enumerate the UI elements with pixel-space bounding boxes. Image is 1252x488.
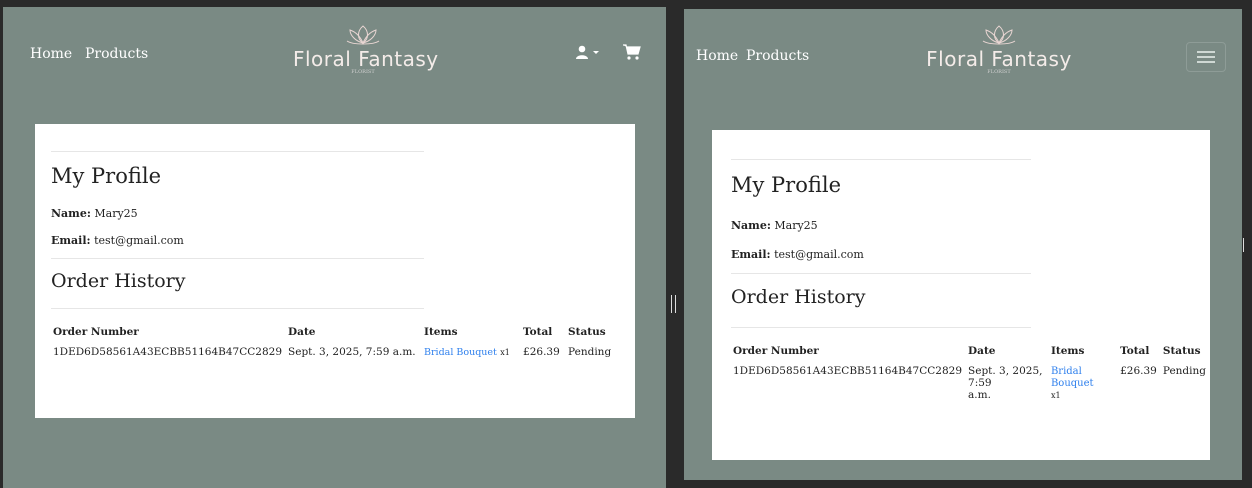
order-date: Sept. 3, 2025, 7:59 a.m. bbox=[966, 363, 1049, 401]
user-icon bbox=[576, 45, 599, 59]
name-label: Name: bbox=[51, 207, 91, 220]
brand-logo[interactable]: Floral Fantasy FLORIST bbox=[924, 23, 1074, 75]
profile-email: Email: test@gmail.com bbox=[51, 234, 184, 247]
nav-products-link[interactable]: Products bbox=[85, 46, 148, 62]
col-date: Date bbox=[968, 345, 996, 357]
col-status: Status bbox=[1162, 345, 1201, 357]
order-history-title: Order History bbox=[51, 270, 186, 292]
order-history-title: Order History bbox=[731, 286, 866, 308]
hamburger-line bbox=[1197, 61, 1215, 63]
order-date-line1: Sept. 3, 2025, 7:59 bbox=[968, 365, 1043, 389]
order-total: £26.39 bbox=[523, 346, 560, 358]
email-value: test@gmail.com bbox=[774, 248, 864, 261]
profile-title: My Profile bbox=[731, 173, 842, 197]
col-items: Items bbox=[424, 326, 458, 338]
col-items: Items bbox=[1050, 345, 1085, 357]
order-number: 1DED6D58561A43ECBB51164B47CC2829 bbox=[733, 365, 963, 377]
divider bbox=[731, 273, 1031, 274]
lotus-icon bbox=[346, 25, 380, 45]
order-table: Order Number Date Items Total Status 1DE… bbox=[731, 345, 1210, 401]
col-total: Total bbox=[523, 326, 553, 338]
table-header-row: Order Number Date Items Total Status bbox=[51, 326, 615, 344]
col-status: Status bbox=[568, 326, 606, 338]
col-order-number: Order Number bbox=[733, 345, 819, 357]
item-link[interactable]: Bridal Bouquet bbox=[424, 347, 497, 358]
item-qty: x1 bbox=[1050, 391, 1061, 400]
nav-home-link[interactable]: Home bbox=[30, 46, 72, 62]
chevron-down-icon bbox=[593, 51, 599, 54]
order-items: Bridal Bouquet x1 bbox=[422, 344, 521, 358]
order-table: Order Number Date Items Total Status 1DE… bbox=[51, 326, 615, 358]
scroll-edge bbox=[1243, 238, 1246, 252]
divider bbox=[731, 159, 1031, 160]
nav-products-link[interactable]: Products bbox=[746, 48, 809, 64]
item-link[interactable]: Bridal Bouquet bbox=[1051, 366, 1094, 389]
order-items: Bridal Bouquet x1 bbox=[1049, 363, 1118, 401]
cart-icon bbox=[623, 44, 641, 60]
order-status: Pending bbox=[568, 346, 612, 358]
profile-title: My Profile bbox=[51, 164, 162, 188]
nav-home-link[interactable]: Home bbox=[696, 48, 738, 64]
profile-card: My Profile Name: Mary25 Email: test@gmai… bbox=[35, 124, 635, 418]
profile-name: Name: Mary25 bbox=[731, 219, 818, 232]
cart-button[interactable] bbox=[622, 43, 642, 65]
divider bbox=[731, 327, 1031, 328]
email-value: test@gmail.com bbox=[94, 234, 184, 247]
email-label: Email: bbox=[731, 248, 771, 261]
divider bbox=[51, 308, 424, 309]
item-qty: x1 bbox=[500, 348, 510, 357]
table-row: 1DED6D58561A43ECBB51164B47CC2829 Sept. 3… bbox=[731, 363, 1210, 401]
profile-card: My Profile Name: Mary25 Email: test@gmai… bbox=[712, 130, 1210, 460]
hamburger-menu-button[interactable] bbox=[1186, 42, 1226, 72]
name-value: Mary25 bbox=[774, 219, 818, 232]
order-number: 1DED6D58561A43ECBB51164B47CC2829 bbox=[53, 346, 283, 358]
name-value: Mary25 bbox=[94, 207, 138, 220]
tablet-view: Home Products Floral Fantasy FLORIST My … bbox=[684, 9, 1242, 480]
divider bbox=[51, 151, 424, 152]
order-total: £26.39 bbox=[1120, 365, 1157, 377]
hamburger-line bbox=[1197, 56, 1215, 58]
desktop-view: Home Products Floral Fantasy FLORIST My … bbox=[3, 7, 666, 488]
name-label: Name: bbox=[731, 219, 771, 232]
profile-name: Name: Mary25 bbox=[51, 207, 138, 220]
divider bbox=[51, 258, 424, 259]
col-total: Total bbox=[1120, 345, 1150, 357]
order-date-line2: a.m. bbox=[968, 389, 991, 401]
brand-name: Floral Fantasy bbox=[293, 47, 439, 71]
order-status: Pending bbox=[1162, 365, 1206, 377]
profile-email: Email: test@gmail.com bbox=[731, 248, 864, 261]
order-date: Sept. 3, 2025, 7:59 a.m. bbox=[288, 346, 416, 358]
col-order-number: Order Number bbox=[53, 326, 139, 338]
hamburger-menu-icon bbox=[1197, 51, 1215, 53]
resize-handle[interactable] bbox=[671, 295, 676, 313]
col-date: Date bbox=[288, 326, 316, 338]
table-header-row: Order Number Date Items Total Status bbox=[731, 345, 1210, 363]
brand-name: Floral Fantasy bbox=[926, 47, 1072, 71]
email-label: Email: bbox=[51, 234, 91, 247]
user-menu-button[interactable] bbox=[576, 45, 602, 65]
brand-logo[interactable]: Floral Fantasy FLORIST bbox=[293, 23, 439, 75]
table-row: 1DED6D58561A43ECBB51164B47CC2829 Sept. 3… bbox=[51, 344, 615, 358]
lotus-icon bbox=[982, 25, 1016, 45]
